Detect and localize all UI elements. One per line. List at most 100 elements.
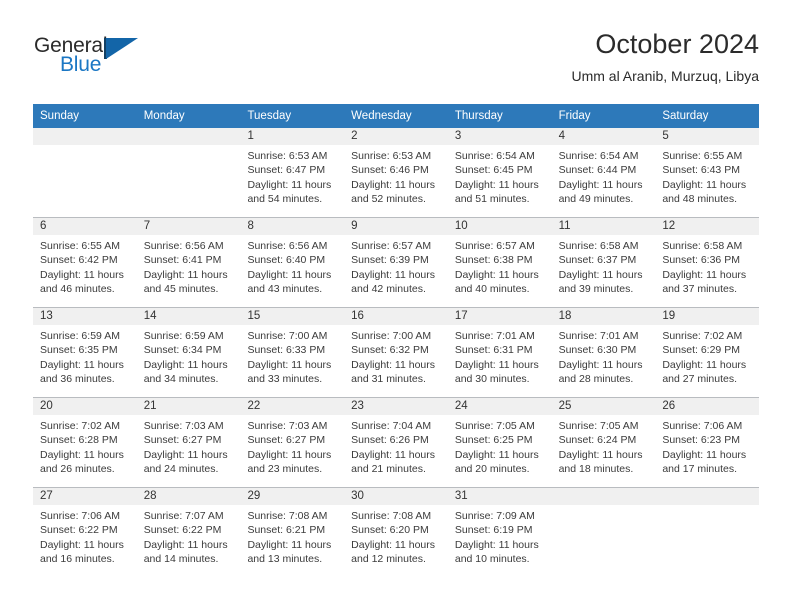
calendar-day-cell[interactable]: 20 Sunrise: 7:02 AM Sunset: 6:28 PM Dayligh… <box>33 398 137 487</box>
calendar-day-cell[interactable]: 28 Sunrise: 7:07 AM Sunset: 6:22 PM Dayligh… <box>136 488 241 577</box>
calendar-day-cell[interactable]: 25 Sunrise: 7:05 AM Sunset: 6:24 PM Dayligh… <box>551 398 656 487</box>
general-blue-logo[interactable]: General Blue <box>33 34 213 92</box>
calendar-day-cell[interactable]: 23 Sunrise: 7:04 AM Sunset: 6:26 PM Dayligh… <box>344 398 448 487</box>
daylight-text-line1: Daylight: 11 hours <box>351 538 436 551</box>
calendar-day-cell[interactable]: 14 Sunrise: 6:59 AM Sunset: 6:34 PM Dayligh… <box>136 308 241 397</box>
day-number <box>136 128 241 145</box>
sunset-text: Sunset: 6:20 PM <box>351 524 429 537</box>
calendar-day-cell[interactable]: 19 Sunrise: 7:02 AM Sunset: 6:29 PM Dayligh… <box>655 308 760 397</box>
day-number: 5 <box>655 128 760 145</box>
day-details: Sunrise: 7:03 AM Sunset: 6:27 PM Daylight:… <box>137 415 241 476</box>
calendar-day-cell[interactable]: 18 Sunrise: 7:01 AM Sunset: 6:30 PM Dayligh… <box>551 308 656 397</box>
calendar-day-cell[interactable]: 15 Sunrise: 7:00 AM Sunset: 6:33 PM Dayligh… <box>240 308 345 397</box>
day-details: Sunrise: 7:06 AM Sunset: 6:23 PM Daylight:… <box>655 415 759 476</box>
calendar-day-cell[interactable]: 8 Sunrise: 6:56 AM Sunset: 6:40 PM Daylight… <box>240 218 345 307</box>
day-details: Sunrise: 7:04 AM Sunset: 6:26 PM Daylight:… <box>344 415 448 476</box>
daylight-text-line2: and 21 minutes. <box>351 462 426 475</box>
daylight-text-line1: Daylight: 11 hours <box>40 268 124 281</box>
day-number: 10 <box>447 218 552 235</box>
calendar-day-cell[interactable]: 16 Sunrise: 7:00 AM Sunset: 6:32 PM Dayligh… <box>344 308 448 397</box>
logo-text-blue: Blue <box>60 53 102 76</box>
logo-triangle-icon <box>106 38 138 59</box>
sunrise-text: Sunrise: 7:03 AM <box>143 420 224 432</box>
day-details: Sunrise: 7:01 AM Sunset: 6:30 PM Daylight:… <box>552 325 656 386</box>
calendar-day-cell[interactable]: 17 Sunrise: 7:01 AM Sunset: 6:31 PM Dayligh… <box>447 308 552 397</box>
calendar-day-cell[interactable]: 2 Sunrise: 6:53 AM Sunset: 6:46 PM Daylight… <box>344 128 448 217</box>
sunset-text: Sunset: 6:33 PM <box>247 344 326 357</box>
calendar-day-cell[interactable]: 31 Sunrise: 7:09 AM Sunset: 6:19 PM Dayligh… <box>447 488 552 577</box>
calendar-day-cell[interactable]: 27 Sunrise: 7:06 AM Sunset: 6:22 PM Dayligh… <box>33 488 137 577</box>
sunset-text: Sunset: 6:47 PM <box>247 164 326 177</box>
calendar-day-cell[interactable]: 21 Sunrise: 7:03 AM Sunset: 6:27 PM Dayligh… <box>136 398 241 487</box>
sunset-text: Sunset: 6:28 PM <box>40 434 118 447</box>
daylight-text-line1: Daylight: 11 hours <box>454 538 539 551</box>
day-number: 20 <box>33 398 137 415</box>
daylight-text-line1: Daylight: 11 hours <box>558 358 643 371</box>
daylight-text-line1: Daylight: 11 hours <box>143 538 228 551</box>
calendar-day-cell[interactable]: 9 Sunrise: 6:57 AM Sunset: 6:39 PM Daylight… <box>344 218 448 307</box>
sunset-text: Sunset: 6:30 PM <box>558 344 637 357</box>
calendar-day-cell[interactable]: 24 Sunrise: 7:05 AM Sunset: 6:25 PM Dayligh… <box>447 398 552 487</box>
daylight-text-line1: Daylight: 11 hours <box>351 358 436 371</box>
sunrise-text: Sunrise: 6:55 AM <box>40 240 120 252</box>
day-details: Sunrise: 6:54 AM Sunset: 6:45 PM Daylight:… <box>448 145 552 206</box>
sunset-text: Sunset: 6:40 PM <box>247 254 326 267</box>
calendar-page: General Blue October 2024 Umm al Aranib,… <box>0 0 792 612</box>
daylight-text-line2: and 45 minutes. <box>143 282 219 295</box>
daylight-text-line2: and 26 minutes. <box>40 462 115 475</box>
sunrise-text: Sunrise: 7:01 AM <box>558 330 639 342</box>
weekday-header-saturday: Saturday <box>662 110 709 122</box>
calendar-day-cell[interactable]: 12 Sunrise: 6:58 AM Sunset: 6:36 PM Dayligh… <box>655 218 760 307</box>
sunset-text: Sunset: 6:39 PM <box>351 254 429 267</box>
day-number: 14 <box>136 308 241 325</box>
daylight-text-line2: and 42 minutes. <box>351 282 426 295</box>
sunrise-text: Sunrise: 7:01 AM <box>454 330 535 342</box>
calendar-day-cell[interactable]: 3 Sunrise: 6:54 AM Sunset: 6:45 PM Daylight… <box>447 128 552 217</box>
daylight-text-line1: Daylight: 11 hours <box>558 178 643 191</box>
day-number: 26 <box>655 398 760 415</box>
day-number: 28 <box>136 488 241 505</box>
calendar-day-cell[interactable]: 13 Sunrise: 6:59 AM Sunset: 6:35 PM Dayligh… <box>33 308 137 397</box>
day-number: 18 <box>551 308 656 325</box>
calendar-day-cell[interactable]: 22 Sunrise: 7:03 AM Sunset: 6:27 PM Dayligh… <box>240 398 345 487</box>
day-details: Sunrise: 7:00 AM Sunset: 6:33 PM Daylight:… <box>240 325 344 386</box>
calendar-grid: Sunday Monday Tuesday Wednesday Thursday… <box>33 104 760 577</box>
day-number: 1 <box>240 128 345 145</box>
day-details: Sunrise: 7:07 AM Sunset: 6:22 PM Daylight:… <box>137 505 241 566</box>
sunset-text: Sunset: 6:46 PM <box>351 164 429 177</box>
weekday-header-monday: Monday <box>143 110 185 122</box>
sunrise-text: Sunrise: 7:05 AM <box>454 420 535 432</box>
daylight-text-line2: and 14 minutes. <box>143 552 219 565</box>
daylight-text-line1: Daylight: 11 hours <box>143 448 228 461</box>
calendar-day-cell[interactable]: 26 Sunrise: 7:06 AM Sunset: 6:23 PM Dayligh… <box>655 398 760 487</box>
day-number: 3 <box>447 128 552 145</box>
calendar-day-cell[interactable]: 29 Sunrise: 7:08 AM Sunset: 6:21 PM Dayligh… <box>240 488 345 577</box>
sunset-text: Sunset: 6:37 PM <box>558 254 637 267</box>
sunrise-text: Sunrise: 6:53 AM <box>351 150 432 162</box>
daylight-text-line1: Daylight: 11 hours <box>662 178 747 191</box>
daylight-text-line2: and 20 minutes. <box>454 462 530 475</box>
day-details: Sunrise: 7:02 AM Sunset: 6:29 PM Daylight:… <box>655 325 759 386</box>
calendar-day-cell[interactable]: 4 Sunrise: 6:54 AM Sunset: 6:44 PM Daylight… <box>551 128 656 217</box>
daylight-text-line1: Daylight: 11 hours <box>40 448 124 461</box>
daylight-text-line1: Daylight: 11 hours <box>351 268 436 281</box>
sunrise-text: Sunrise: 7:09 AM <box>454 510 535 522</box>
daylight-text-line2: and 54 minutes. <box>247 192 323 205</box>
day-number <box>551 488 656 505</box>
day-details: Sunrise: 7:03 AM Sunset: 6:27 PM Daylight:… <box>240 415 344 476</box>
sunrise-text: Sunrise: 6:56 AM <box>247 240 328 252</box>
calendar-day-cell[interactable]: 11 Sunrise: 6:58 AM Sunset: 6:37 PM Dayligh… <box>551 218 656 307</box>
calendar-day-cell[interactable]: 10 Sunrise: 6:57 AM Sunset: 6:38 PM Dayligh… <box>447 218 552 307</box>
calendar-day-cell[interactable]: 5 Sunrise: 6:55 AM Sunset: 6:43 PM Daylight… <box>655 128 760 217</box>
calendar-day-cell[interactable]: 6 Sunrise: 6:55 AM Sunset: 6:42 PM Daylight… <box>33 218 137 307</box>
calendar-day-cell[interactable]: 7 Sunrise: 6:56 AM Sunset: 6:41 PM Daylight… <box>136 218 241 307</box>
daylight-text-line1: Daylight: 11 hours <box>454 358 539 371</box>
daylight-text-line2: and 37 minutes. <box>662 282 738 295</box>
calendar-day-cell[interactable]: 1 Sunrise: 6:53 AM Sunset: 6:47 PM Daylight… <box>240 128 345 217</box>
sunset-text: Sunset: 6:27 PM <box>247 434 326 447</box>
daylight-text-line1: Daylight: 11 hours <box>143 358 228 371</box>
sunset-text: Sunset: 6:31 PM <box>454 344 533 357</box>
daylight-text-line2: and 48 minutes. <box>662 192 738 205</box>
day-number: 6 <box>33 218 137 235</box>
calendar-day-cell[interactable]: 30 Sunrise: 7:08 AM Sunset: 6:20 PM Dayligh… <box>344 488 448 577</box>
